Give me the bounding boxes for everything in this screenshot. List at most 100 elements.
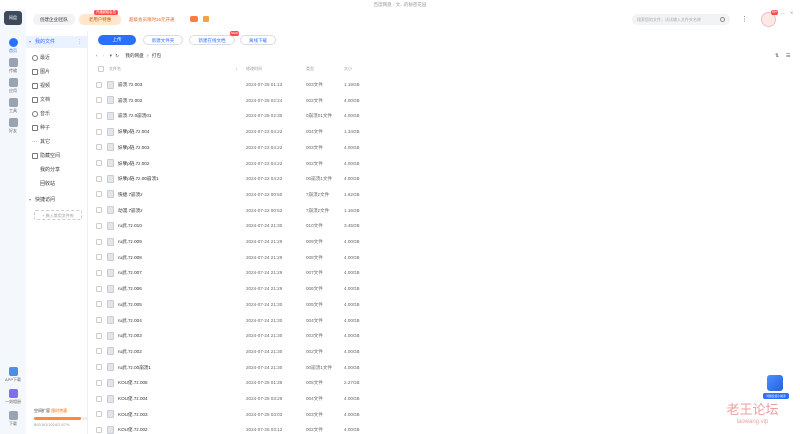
rail-item-friends[interactable]: 好友 (0, 118, 26, 134)
table-row[interactable]: KOU佬.7z.005 2024-07-25 01:36 005文件 2.27GB (88, 375, 378, 391)
row-checkbox[interactable] (96, 379, 102, 386)
table-row[interactable]: 崩溃.7z.003 2024-07-25 01:13 003文件 1.19GB (88, 77, 378, 93)
file-name[interactable]: KOU佬.7z.005 (118, 375, 148, 391)
row-checkbox[interactable] (96, 238, 102, 245)
rail-item-home[interactable]: 首页 (0, 38, 26, 54)
feedback-helper[interactable]: 问题反馈小助手 (763, 374, 789, 404)
quick-add-button[interactable]: + 拖入常用文件夹 (34, 210, 82, 220)
sidebar-item-docs[interactable]: 文档 (26, 94, 87, 106)
row-checkbox[interactable] (96, 191, 102, 198)
table-row[interactable]: ru武.7z.005 2024-07-24 21:30 005文件 4.00GB (88, 297, 378, 313)
file-name[interactable]: 妖孽p链.7z.004 (118, 124, 149, 140)
column-header-date[interactable]: 修改时间 (246, 65, 262, 73)
table-row[interactable]: ru武.7z.007 2024-07-24 21:29 007文件 4.00GB (88, 265, 378, 281)
row-checkbox[interactable] (96, 364, 102, 371)
sort-down-icon[interactable]: ↓ (235, 65, 237, 73)
table-row[interactable]: KOU佬.7z.002 2024-07-25 03:12 002文件 4.00GB (88, 422, 378, 434)
table-row[interactable]: ru武.7z.00崩溃1 2024-07-24 21:30 00崩溃1文件 4.00G… (88, 360, 378, 376)
table-row[interactable]: ru武.7z.010 2024-07-24 21:30 010文件 3.45GB (88, 218, 378, 234)
table-row[interactable]: ru武.7z.008 2024-07-24 21:29 008文件 4.00GB (88, 250, 378, 266)
file-name[interactable]: ru武.7z.010 (118, 218, 142, 234)
table-row[interactable]: 快捷.7崩溃z 2024-07-22 00:50 7崩溃z文件 1.62GB (88, 187, 378, 203)
search-box[interactable]: 搜索您的文件，试试输入文件夹名称 (632, 14, 730, 25)
row-checkbox[interactable] (96, 81, 102, 88)
table-row[interactable]: KOU佬.7z.003 2024-07-25 03:03 003文件 4.00GB (88, 407, 378, 423)
row-checkbox[interactable] (96, 426, 102, 433)
file-name[interactable]: 妖孽p链.7z.002 (118, 156, 149, 172)
file-name[interactable]: KOU佬.7z.003 (118, 407, 148, 423)
table-row[interactable]: 动漫.7崩溃z 2024-07-22 00:52 7崩溃z文件 1.16GB (88, 203, 378, 219)
table-row[interactable]: ru武.7z.004 2024-07-24 21:30 004文件 4.00GB (88, 313, 378, 329)
file-name[interactable]: ru武.7z.005 (118, 297, 142, 313)
column-header-type[interactable]: 类型 (306, 65, 314, 73)
sort-icon[interactable]: ⇅ (775, 53, 779, 59)
search-icon[interactable] (720, 17, 725, 22)
gift-icon[interactable] (203, 16, 209, 22)
row-checkbox[interactable] (96, 269, 102, 276)
table-row[interactable]: ru武.7z.006 2024-07-24 21:29 006文件 4.00GB (88, 281, 378, 297)
column-header-name[interactable]: 文件名 (109, 65, 121, 73)
table-row[interactable]: 妖孽p链.7z.002 2024-07-22 04:22 002文件 4.00GB (88, 156, 378, 172)
sidebar-quick-access[interactable]: ▾ 快捷访问 (26, 194, 87, 206)
promo-banner[interactable]: 超级会员限时15元开通 (129, 15, 175, 24)
sidebar-item-torrents[interactable]: 种子 (26, 122, 87, 134)
vip-button[interactable]: 老用户特惠 (79, 14, 121, 25)
file-name[interactable]: KOU佬.7z.004 (118, 391, 148, 407)
table-row[interactable]: 崩溃.7z.002 2024-07-25 02:24 002文件 4.00GB (88, 93, 378, 109)
rail-item-apps[interactable]: 应用 (0, 78, 26, 94)
file-name[interactable]: 妖孽p链.7z.00崩溃1 (118, 171, 159, 187)
team-button[interactable]: 创建企业/团队 (33, 14, 75, 25)
sidebar-recycle[interactable]: 回收站 (26, 178, 87, 190)
rail-download[interactable]: 下载 (0, 411, 26, 427)
storage-info[interactable]: 空间扩容 限时特惠 893.5G/1024G 87% (34, 408, 88, 427)
table-row[interactable]: 崩溃.7z.0崩溃01 2024-07-25 02:30 0崩溃01文件 4.00GB (88, 108, 378, 124)
list-view-icon[interactable]: ☰ (786, 53, 790, 59)
file-name[interactable]: ru武.7z.002 (118, 344, 142, 360)
sidebar-item-images[interactable]: 图片 (26, 66, 87, 78)
row-checkbox[interactable] (96, 301, 102, 308)
table-row[interactable]: 妖孽p链.7z.004 2024-07-22 04:22 004文件 1.34GB (88, 124, 378, 140)
table-row[interactable]: 妖孽p链.7z.003 2024-07-22 04:22 003文件 4.00GB (88, 140, 378, 156)
close-icon[interactable]: ✕ (790, 10, 793, 15)
row-checkbox[interactable] (96, 222, 102, 229)
rail-item-tools[interactable]: 工具 (0, 98, 26, 114)
file-name[interactable]: ru武.7z.008 (118, 250, 142, 266)
file-name[interactable]: 崩溃.7z.002 (118, 93, 142, 109)
sidebar-item-others[interactable]: ··· 其它 (26, 136, 87, 148)
row-checkbox[interactable] (96, 254, 102, 261)
file-name[interactable]: ru武.7z.00崩溃1 (118, 360, 151, 376)
sidebar-my-shares[interactable]: 我的分享 (26, 164, 87, 176)
sidebar-item-music[interactable]: 音乐 (26, 108, 87, 120)
rail-app-download[interactable]: APP下载 (0, 367, 26, 383)
row-checkbox[interactable] (96, 317, 102, 323)
file-name[interactable]: ru武.7z.009 (118, 234, 142, 250)
row-checkbox[interactable] (96, 112, 102, 119)
sidebar-item-videos[interactable]: 视频 (26, 80, 87, 92)
file-name[interactable]: ru武.7z.007 (118, 265, 142, 281)
table-row[interactable]: KOU佬.7z.004 2024-07-25 03:29 004文件 4.00GB (88, 391, 378, 407)
sidebar-item-recent[interactable]: 最近 (26, 52, 87, 64)
table-row[interactable]: ru武.7z.002 2024-07-24 21:30 002文件 4.00GB (88, 344, 378, 360)
minimize-icon[interactable]: — (781, 10, 785, 15)
row-checkbox[interactable] (96, 207, 102, 214)
more-icon[interactable]: ⋮ (741, 15, 748, 24)
select-all-checkbox[interactable] (98, 66, 104, 72)
sidebar-my-files[interactable]: ▾ 我的文件 ⋮ (26, 36, 87, 48)
rail-item-transfer[interactable]: 传输 (0, 58, 26, 74)
table-row[interactable]: ru武.7z.003 2024-07-24 21:30 003文件 4.00GB (88, 328, 378, 344)
game-icon[interactable] (190, 16, 198, 22)
file-name[interactable]: 崩溃.7z.0崩溃01 (118, 108, 151, 124)
table-row[interactable]: 妖孽p链.7z.00崩溃1 2024-07-22 04:22 00崩溃1文件 4.00… (88, 171, 378, 187)
file-name[interactable]: 动漫.7崩溃z (118, 203, 143, 219)
row-checkbox[interactable] (96, 128, 102, 135)
file-name[interactable]: 崩溃.7z.003 (118, 77, 142, 93)
sidebar-item-hidden[interactable]: 隐藏空间 (26, 150, 87, 162)
file-name[interactable]: ru武.7z.004 (118, 313, 142, 329)
row-checkbox[interactable] (96, 285, 102, 292)
row-checkbox[interactable] (96, 332, 102, 339)
rail-album[interactable]: 一刻相册 (0, 389, 26, 405)
row-checkbox[interactable] (96, 144, 102, 151)
row-checkbox[interactable] (96, 395, 102, 402)
row-checkbox[interactable] (96, 411, 102, 418)
more-icon[interactable]: ⋮ (77, 36, 82, 48)
